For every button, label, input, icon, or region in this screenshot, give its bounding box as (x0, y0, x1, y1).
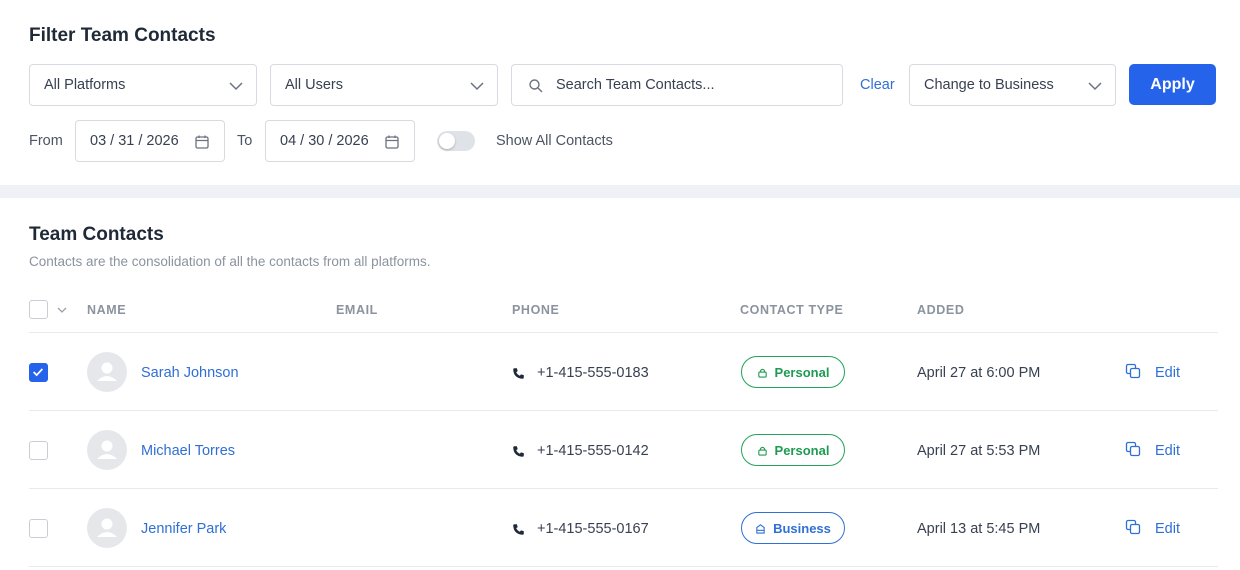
platform-select-value: All Platforms (44, 77, 126, 93)
column-header-email[interactable]: EMAIL (336, 303, 378, 317)
toggle-knob (439, 133, 455, 149)
copy-icon[interactable] (1125, 441, 1141, 457)
show-all-label: Show All Contacts (496, 133, 613, 149)
change-type-value: Change to Business (924, 77, 1054, 93)
from-date-input[interactable]: 03 / 31 / 2026 (75, 120, 225, 162)
copy-icon[interactable] (1125, 363, 1141, 379)
from-date-value: 03 / 31 / 2026 (90, 133, 179, 149)
contact-name-link[interactable]: Jennifer Park (141, 521, 226, 537)
contacts-panel: Team Contacts Contacts are the consolida… (0, 198, 1240, 570)
building-icon (756, 523, 765, 534)
added-date: April 27 at 6:00 PM (917, 365, 1041, 381)
added-date: April 27 at 5:53 PM (917, 443, 1041, 459)
platform-select[interactable]: All Platforms (29, 64, 257, 106)
avatar (87, 430, 127, 470)
select-all-checkbox[interactable] (29, 300, 48, 319)
apply-button[interactable]: Apply (1129, 64, 1216, 105)
search-input[interactable]: Search Team Contacts... (511, 64, 843, 106)
phone-icon (513, 523, 524, 535)
phone-icon (513, 445, 524, 457)
contact-phone: +1-415-555-0183 (512, 365, 649, 381)
avatar (87, 352, 127, 392)
change-type-select[interactable]: Change to Business (909, 64, 1116, 106)
column-header-name[interactable]: NAME (87, 303, 126, 317)
check-icon (33, 368, 44, 377)
to-date-input[interactable]: 04 / 30 / 2026 (265, 120, 415, 162)
row-divider (29, 332, 1218, 333)
contact-type-label: Personal (774, 442, 830, 458)
user-avatar-icon (97, 518, 117, 537)
contact-phone: +1-415-555-0142 (512, 443, 649, 459)
to-date-value: 04 / 30 / 2026 (280, 133, 369, 149)
chevron-down-icon (229, 82, 243, 91)
user-select[interactable]: All Users (270, 64, 498, 106)
edit-button[interactable]: Edit (1155, 443, 1180, 459)
to-label: To (237, 133, 253, 149)
added-date: April 13 at 5:45 PM (917, 521, 1041, 537)
calendar-icon[interactable] (384, 134, 400, 150)
calendar-icon[interactable] (194, 134, 210, 150)
contacts-subtitle: Contacts are the consolidation of all th… (29, 254, 431, 269)
edit-button[interactable]: Edit (1155, 521, 1180, 537)
row-checkbox[interactable] (29, 441, 48, 460)
column-header-phone[interactable]: PHONE (512, 303, 559, 317)
row-divider (29, 566, 1218, 567)
row-divider (29, 488, 1218, 489)
user-avatar-icon (97, 362, 117, 381)
lock-icon (757, 368, 767, 378)
from-label: From (29, 133, 63, 149)
filter-title: Filter Team Contacts (29, 25, 216, 46)
contacts-title: Team Contacts (29, 224, 164, 245)
user-select-value: All Users (285, 77, 344, 93)
chevron-down-icon (470, 82, 484, 91)
chevron-down-icon (1088, 82, 1102, 91)
contact-type-badge: Personal (741, 434, 845, 466)
search-icon (529, 79, 543, 93)
phone-number: +1-415-555-0183 (537, 365, 649, 381)
row-checkbox[interactable] (29, 363, 48, 382)
filter-panel: Filter Team Contacts All Platforms All U… (0, 0, 1240, 185)
row-divider (29, 410, 1218, 411)
clear-button[interactable]: Clear (860, 77, 895, 93)
contact-name-link[interactable]: Michael Torres (141, 443, 235, 459)
column-header-added[interactable]: ADDED (917, 303, 964, 317)
contact-type-badge: Personal (741, 356, 845, 388)
chevron-down-icon[interactable] (56, 304, 68, 316)
avatar (87, 508, 127, 548)
phone-icon (513, 367, 524, 379)
phone-number: +1-415-555-0167 (537, 521, 649, 537)
show-all-toggle[interactable] (437, 131, 475, 151)
contact-type-label: Personal (774, 364, 830, 380)
edit-button[interactable]: Edit (1155, 365, 1180, 381)
contact-name-link[interactable]: Sarah Johnson (141, 365, 239, 381)
copy-icon[interactable] (1125, 519, 1141, 535)
contact-phone: +1-415-555-0167 (512, 521, 649, 537)
user-avatar-icon (97, 440, 117, 459)
column-header-contact-type[interactable]: CONTACT TYPE (740, 303, 844, 317)
section-divider (0, 185, 1240, 198)
contact-type-badge: Business (741, 512, 845, 544)
row-checkbox[interactable] (29, 519, 48, 538)
contact-type-label: Business (773, 520, 831, 536)
search-placeholder: Search Team Contacts... (556, 77, 715, 93)
phone-number: +1-415-555-0142 (537, 443, 649, 459)
lock-icon (757, 446, 767, 456)
